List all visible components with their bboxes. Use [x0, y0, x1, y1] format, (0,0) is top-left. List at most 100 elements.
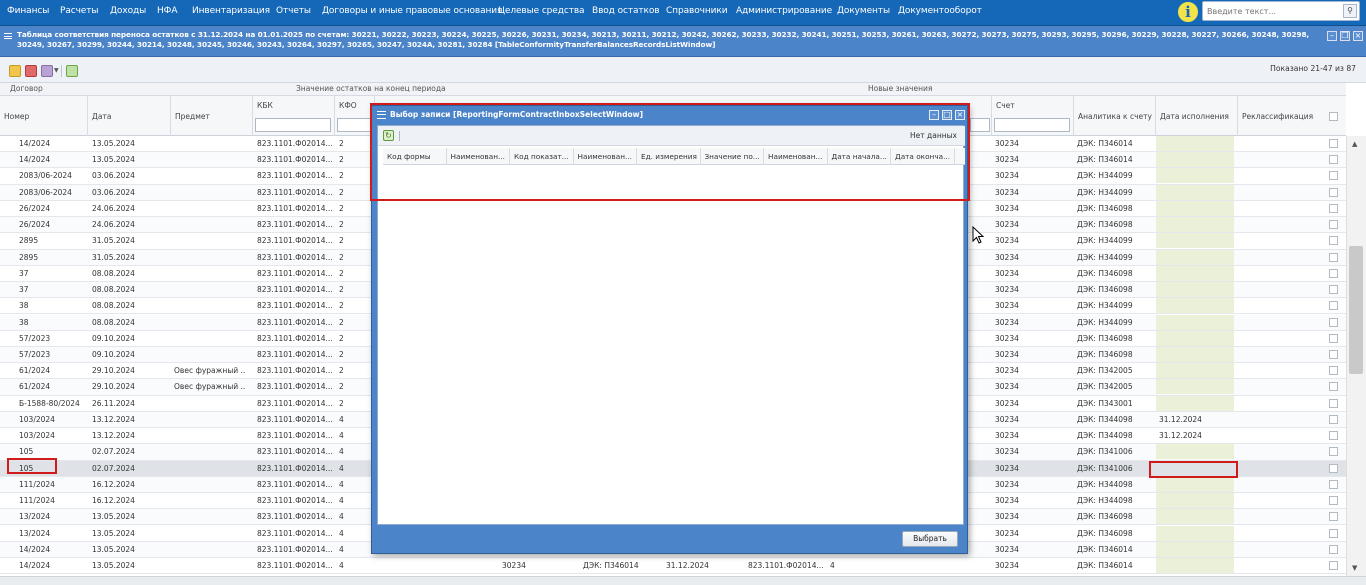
reclass-checkbox[interactable]: [1329, 155, 1338, 165]
exec-date-editable-cell[interactable]: [1156, 363, 1234, 379]
exec-date-editable-cell[interactable]: [1156, 330, 1234, 346]
menu-item-10[interactable]: Администрирование: [736, 0, 832, 24]
column-subject[interactable]: Предмет: [171, 96, 253, 136]
dialog-minimize-icon[interactable]: –: [929, 110, 939, 120]
exec-date-editable-cell[interactable]: [1156, 379, 1234, 395]
exec-date-editable-cell[interactable]: [1156, 314, 1234, 330]
reclass-checkbox[interactable]: [1329, 560, 1338, 570]
reclass-checkbox[interactable]: [1329, 285, 1338, 295]
reclass-checkbox[interactable]: [1329, 236, 1338, 246]
exec-date-editable-cell[interactable]: [1156, 233, 1234, 249]
exec-date-editable-cell[interactable]: [1156, 541, 1234, 557]
reclass-checkbox[interactable]: [1329, 447, 1338, 457]
reclass-checkbox[interactable]: [1329, 366, 1338, 376]
menu-item-12[interactable]: Документооборот: [898, 0, 982, 24]
dialog-column-4[interactable]: Ед. измерения: [637, 148, 701, 165]
search-icon[interactable]: ⚲: [1343, 4, 1357, 18]
dialog-column-5[interactable]: Значение по...: [701, 148, 764, 165]
kfo-filter-input[interactable]: [337, 118, 371, 132]
scroll-down-icon[interactable]: ▼: [1352, 564, 1357, 572]
hidden-filter-input[interactable]: [970, 118, 990, 132]
column-number[interactable]: Номер: [0, 96, 88, 136]
menu-item-2[interactable]: Доходы: [110, 0, 146, 24]
column-kfo[interactable]: КФО: [335, 96, 375, 136]
minimize-icon[interactable]: –: [1327, 31, 1337, 41]
refresh-icon[interactable]: [66, 65, 78, 77]
menu-item-9[interactable]: Справочники: [666, 0, 728, 24]
exec-date-editable-cell[interactable]: [1156, 152, 1234, 168]
reclass-checkbox[interactable]: [1329, 414, 1338, 424]
dialog-menu-icon[interactable]: [377, 111, 386, 119]
column-date[interactable]: Дата: [88, 96, 171, 136]
menu-item-3[interactable]: НФА: [157, 0, 177, 24]
reclass-checkbox[interactable]: [1329, 139, 1338, 148]
reclass-checkbox[interactable]: [1329, 398, 1338, 408]
search-box[interactable]: ⚲: [1202, 1, 1360, 21]
reclass-checkbox[interactable]: [1329, 333, 1338, 343]
select-button[interactable]: Выбрать: [902, 531, 958, 547]
info-icon[interactable]: i: [1176, 0, 1200, 24]
reclass-checkbox[interactable]: [1329, 463, 1338, 473]
reclass-checkbox[interactable]: [1329, 171, 1338, 181]
kbk-filter-input[interactable]: [255, 118, 331, 132]
reclass-checkbox[interactable]: [1329, 317, 1338, 327]
reclass-checkbox[interactable]: [1329, 479, 1338, 489]
window-menu-icon[interactable]: [4, 33, 12, 39]
reclass-checkbox[interactable]: [1329, 252, 1338, 262]
exec-date-editable-cell[interactable]: [1156, 525, 1234, 541]
dialog-column-2[interactable]: Код показат...: [510, 148, 574, 165]
reclass-checkbox[interactable]: [1329, 301, 1338, 311]
reclass-checkbox[interactable]: [1329, 512, 1338, 522]
exec-date-editable-cell[interactable]: [1156, 136, 1234, 151]
column-account[interactable]: Счет: [992, 96, 1074, 136]
close-icon[interactable]: ×: [1353, 31, 1363, 41]
column-reclass[interactable]: Реклассификация: [1238, 96, 1346, 136]
delete-icon[interactable]: [25, 65, 37, 77]
menu-item-8[interactable]: Ввод остатков: [592, 0, 660, 24]
search-input[interactable]: [1207, 4, 1335, 18]
scroll-up-icon[interactable]: ▲: [1352, 140, 1357, 148]
exec-date-editable-cell[interactable]: [1156, 476, 1234, 492]
menu-item-11[interactable]: Документы: [837, 0, 890, 24]
reclass-checkbox[interactable]: [1329, 187, 1338, 197]
dialog-column-0[interactable]: Код формы: [383, 148, 447, 165]
vertical-scrollbar[interactable]: ▲ ▼: [1346, 136, 1366, 576]
exec-date-editable-cell[interactable]: [1156, 184, 1234, 200]
actions-icon[interactable]: [41, 65, 53, 77]
exec-date-editable-cell[interactable]: [1156, 217, 1234, 233]
exec-date-editable-cell[interactable]: [1156, 282, 1234, 298]
exec-date-editable-cell[interactable]: [1156, 493, 1234, 509]
exec-date-editable-cell[interactable]: [1156, 395, 1234, 411]
table-row[interactable]: 14/2024 13.05.2024 823.1101.Ф02014... 4 3023…: [0, 557, 1346, 575]
reclass-checkbox[interactable]: [1329, 203, 1338, 213]
dialog-maximize-icon[interactable]: □: [942, 110, 952, 120]
dialog-column-6[interactable]: Наименован...: [764, 148, 828, 165]
reclass-checkbox[interactable]: [1329, 349, 1338, 359]
exec-date-editable-cell[interactable]: [1156, 557, 1234, 573]
column-kbk[interactable]: КБК: [253, 96, 335, 136]
reclass-checkbox[interactable]: [1329, 528, 1338, 538]
column-analytics[interactable]: Аналитика к счету: [1074, 96, 1156, 136]
reclass-checkbox[interactable]: [1329, 431, 1338, 441]
dialog-column-7[interactable]: Дата начала...: [828, 148, 891, 165]
reclass-checkbox[interactable]: [1329, 544, 1338, 554]
chevron-down-icon[interactable]: ▼: [54, 67, 59, 74]
exec-date-editable-cell[interactable]: [1156, 346, 1234, 362]
edit-icon[interactable]: [9, 65, 21, 77]
reclass-checkbox[interactable]: [1329, 496, 1338, 506]
menu-item-6[interactable]: Договоры и иные правовые основания: [322, 0, 502, 24]
exec-date-editable-cell[interactable]: [1156, 249, 1234, 265]
exec-date-editable-cell[interactable]: [1156, 444, 1234, 460]
dialog-column-1[interactable]: Наименован...: [447, 148, 510, 165]
menu-item-1[interactable]: Расчеты: [60, 0, 99, 24]
select-all-checkbox[interactable]: [1329, 112, 1338, 121]
reclass-checkbox[interactable]: [1329, 220, 1338, 230]
exec-date-editable-cell[interactable]: [1156, 168, 1234, 184]
exec-date-editable-cell[interactable]: [1156, 298, 1234, 314]
column-hidden-filter[interactable]: [968, 96, 992, 136]
dialog-column-3[interactable]: Наименован...: [574, 148, 637, 165]
menu-item-4[interactable]: Инвентаризация: [192, 0, 270, 24]
account-filter-input[interactable]: [994, 118, 1070, 132]
menu-item-0[interactable]: Финансы: [7, 0, 49, 24]
reclass-checkbox[interactable]: [1329, 268, 1338, 278]
